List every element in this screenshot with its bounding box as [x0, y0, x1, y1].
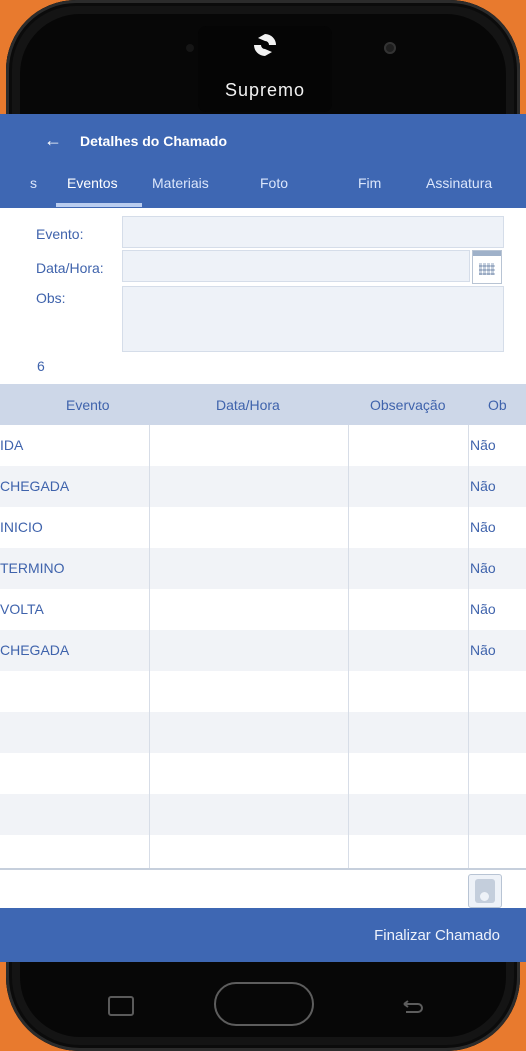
- obs-label: Obs:: [36, 290, 66, 306]
- cell-ob: Não: [470, 642, 496, 658]
- evento-label: Evento:: [36, 226, 84, 242]
- table-row-empty: [0, 835, 526, 869]
- cell-ob: Não: [470, 478, 496, 494]
- app-bar: ← Detalhes do Chamado s Eventos Materiai…: [0, 114, 526, 208]
- table-row[interactable]: VOLTA Não: [0, 589, 526, 630]
- datahora-label: Data/Hora:: [36, 260, 104, 276]
- table-row-empty: [0, 753, 526, 794]
- tab-foto[interactable]: Foto: [260, 175, 288, 191]
- save-icon[interactable]: [468, 874, 502, 908]
- column-header-ob[interactable]: Ob: [488, 397, 507, 413]
- table-row[interactable]: CHEGADA Não: [0, 466, 526, 507]
- calendar-icon[interactable]: [472, 250, 502, 284]
- column-header-observacao[interactable]: Observação: [370, 397, 445, 413]
- events-table: IDA Não CHEGADA Não INICIO Não TERMINO N…: [0, 425, 526, 869]
- column-divider: [149, 425, 150, 869]
- cell-ob: Não: [470, 601, 496, 617]
- cell-evento: CHEGADA: [0, 642, 70, 658]
- home-button[interactable]: [214, 982, 314, 1026]
- record-count: 6: [37, 358, 45, 374]
- active-tab-indicator: [56, 203, 142, 207]
- page-title: Detalhes do Chamado: [80, 133, 228, 149]
- column-divider: [468, 425, 469, 869]
- table-row-empty: [0, 794, 526, 835]
- column-divider: [348, 425, 349, 869]
- finalize-button[interactable]: Finalizar Chamado: [374, 927, 500, 944]
- table-row[interactable]: TERMINO Não: [0, 548, 526, 589]
- calendar-grid: [479, 263, 495, 275]
- tab-materiais[interactable]: Materiais: [152, 175, 209, 191]
- table-row[interactable]: INICIO Não: [0, 507, 526, 548]
- front-camera: [384, 42, 396, 54]
- cell-evento: INICIO: [0, 519, 43, 535]
- datahora-field[interactable]: [122, 250, 470, 282]
- footer-bar: Finalizar Chamado: [0, 908, 526, 962]
- column-header-evento[interactable]: Evento: [66, 397, 110, 413]
- proximity-sensor: [186, 44, 194, 52]
- table-row-empty: [0, 671, 526, 712]
- cell-evento: IDA: [0, 437, 24, 453]
- tab-assinatura[interactable]: Assinatura: [426, 175, 492, 191]
- cell-evento: VOLTA: [0, 601, 44, 617]
- recent-apps-icon[interactable]: [108, 996, 134, 1016]
- evento-field[interactable]: [122, 216, 504, 248]
- bottom-input-field[interactable]: [0, 871, 464, 907]
- tab-eventos[interactable]: Eventos: [67, 175, 118, 191]
- tab-previous[interactable]: s: [30, 175, 37, 191]
- brand-logo: Supremo: [198, 26, 332, 112]
- cell-ob: Não: [470, 560, 496, 576]
- tab-bar: s Eventos Materiais Foto Fim Assinatura: [0, 172, 526, 202]
- column-header-datahora[interactable]: Data/Hora: [216, 397, 280, 413]
- arrow-left-icon[interactable]: ←: [44, 130, 62, 151]
- table-row-empty: [0, 712, 526, 753]
- table-bottom-border: [0, 868, 526, 870]
- cell-ob: Não: [470, 437, 496, 453]
- cell-evento: CHEGADA: [0, 478, 70, 494]
- tab-fim[interactable]: Fim: [358, 175, 381, 191]
- back-key-icon[interactable]: [400, 1000, 424, 1014]
- cell-ob: Não: [470, 519, 496, 535]
- table-header: Evento Data/Hora Observação Ob: [0, 384, 526, 425]
- obs-field[interactable]: [122, 286, 504, 352]
- brand-logo-mark: [254, 34, 276, 56]
- back-key-glyph: [403, 1000, 423, 1013]
- cell-evento: TERMINO: [0, 560, 65, 576]
- table-row[interactable]: CHEGADA Não: [0, 630, 526, 671]
- app-screen: ← Detalhes do Chamado s Eventos Materiai…: [0, 114, 526, 962]
- brand-name: Supremo: [224, 80, 306, 100]
- table-row[interactable]: IDA Não: [0, 425, 526, 466]
